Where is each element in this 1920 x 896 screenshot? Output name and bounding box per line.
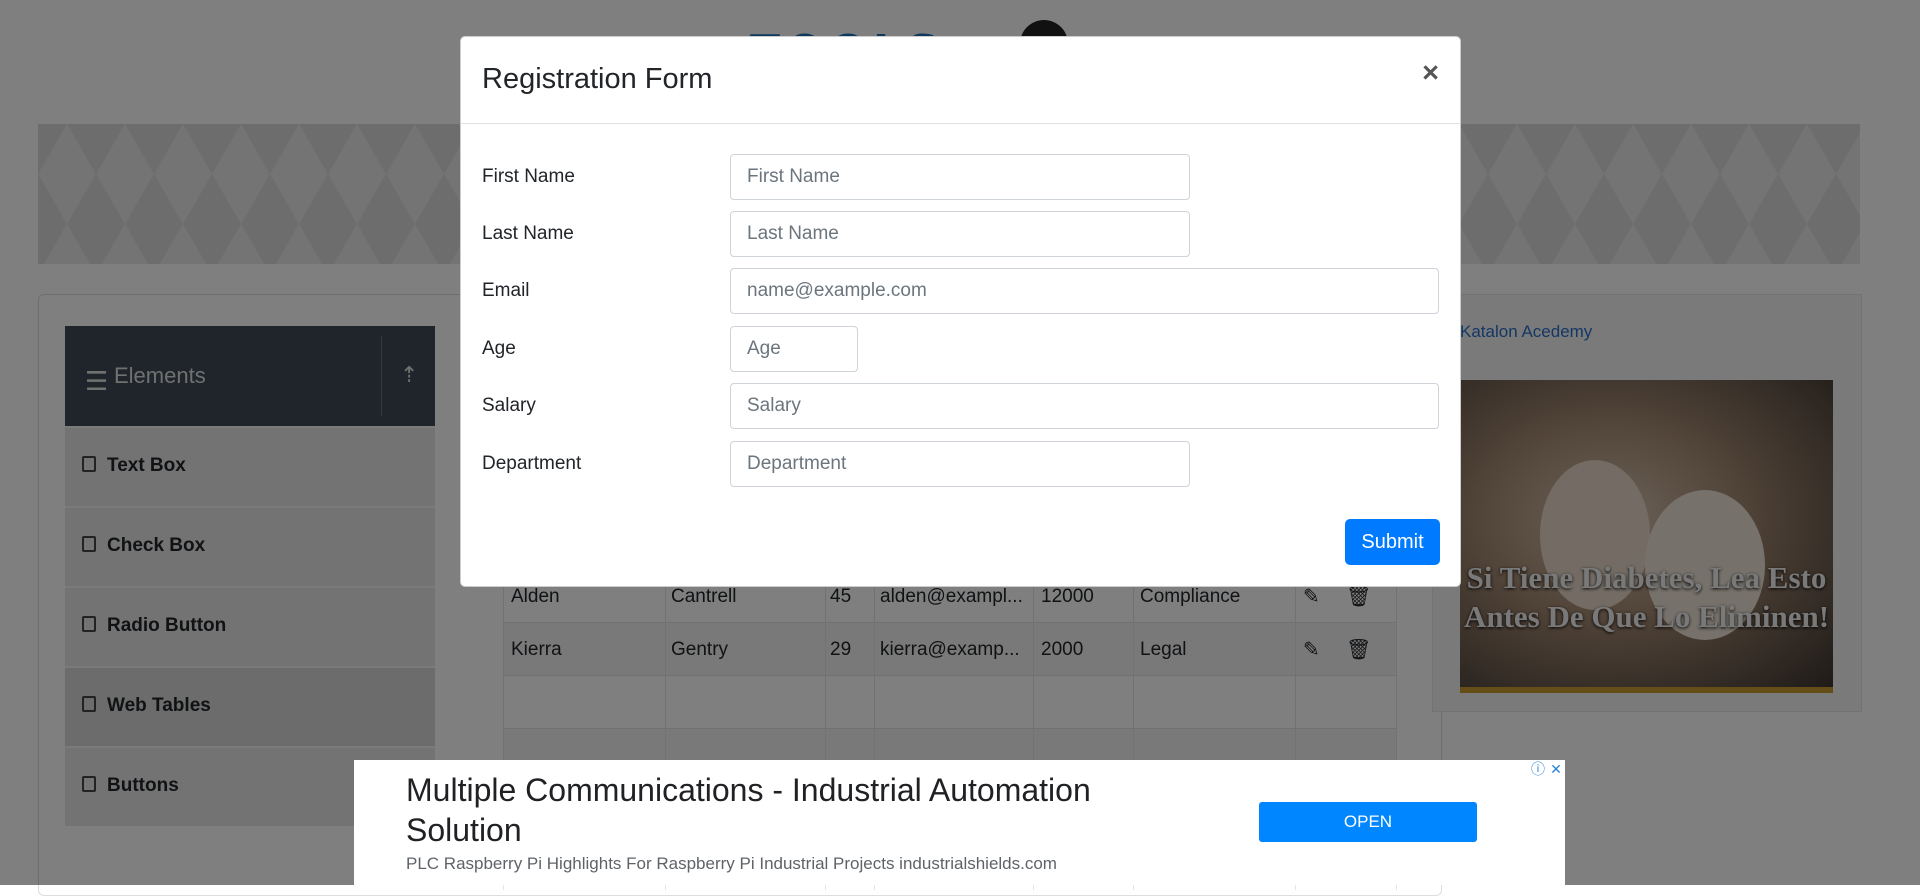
close-button[interactable]: × xyxy=(1422,57,1439,90)
first-name-input[interactable] xyxy=(730,154,1190,200)
form-row-salary: Salary xyxy=(482,383,1439,433)
form-row-department: Department xyxy=(482,441,1439,491)
form-row-first-name: First Name xyxy=(482,154,1439,204)
email-input[interactable] xyxy=(730,268,1439,314)
salary-input[interactable] xyxy=(730,383,1439,429)
ad-badges: ⓘ ✕ xyxy=(1529,760,1565,778)
registration-modal: Registration Form × First Name Last Name… xyxy=(460,36,1461,587)
department-input[interactable] xyxy=(730,441,1190,487)
form-row-age: Age xyxy=(482,326,1439,376)
ad-open-button[interactable]: OPEN xyxy=(1259,802,1477,842)
modal-title: Registration Form xyxy=(482,63,713,95)
ad-headline[interactable]: Multiple Communications - Industrial Aut… xyxy=(406,770,1206,850)
department-label: Department xyxy=(482,453,582,474)
first-name-label: First Name xyxy=(482,166,575,187)
form-row-email: Email xyxy=(482,268,1439,318)
form-row-last-name: Last Name xyxy=(482,211,1439,261)
close-icon[interactable]: ✕ xyxy=(1547,760,1565,778)
age-label: Age xyxy=(482,338,516,359)
last-name-label: Last Name xyxy=(482,223,574,244)
ad-subline[interactable]: PLC Raspberry Pi Highlights For Raspberr… xyxy=(406,854,1057,874)
bottom-ad: Multiple Communications - Industrial Aut… xyxy=(354,760,1565,885)
email-label: Email xyxy=(482,280,530,301)
salary-label: Salary xyxy=(482,395,536,416)
age-input[interactable] xyxy=(730,326,858,372)
modal-header: Registration Form × xyxy=(461,37,1460,124)
last-name-input[interactable] xyxy=(730,211,1190,257)
info-icon[interactable]: ⓘ xyxy=(1529,760,1547,778)
submit-button[interactable]: Submit xyxy=(1345,519,1440,565)
